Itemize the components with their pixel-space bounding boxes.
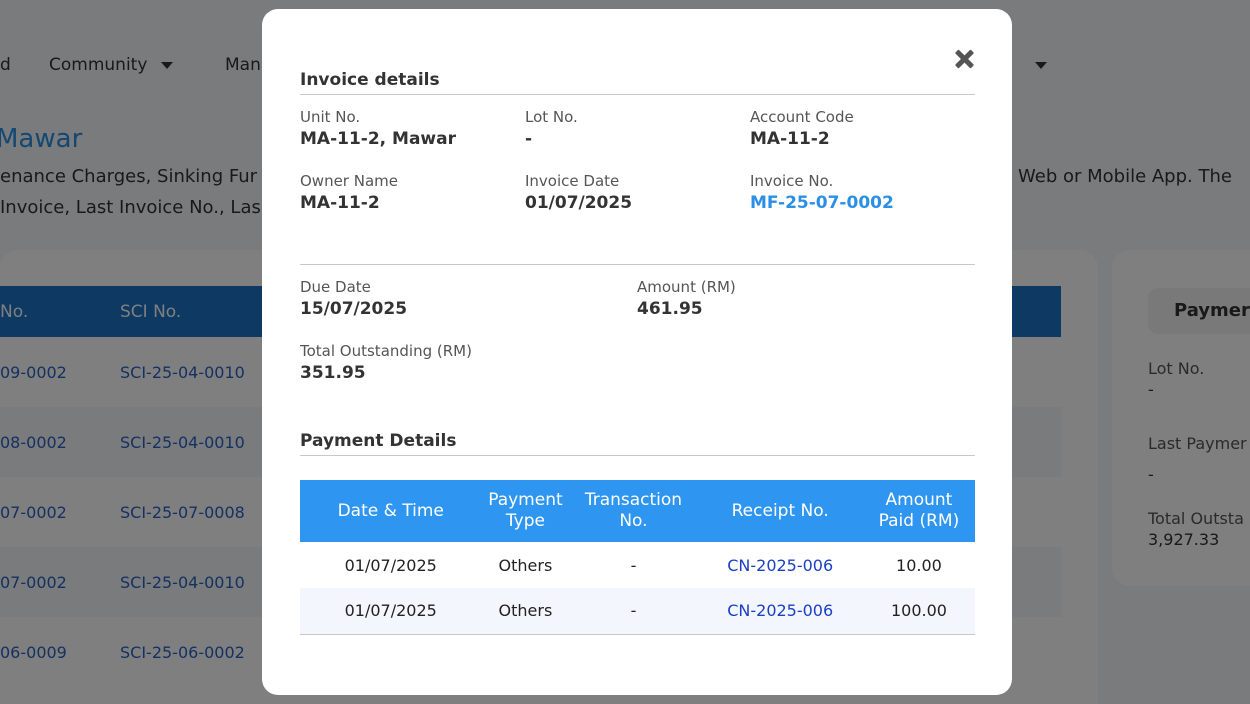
receipt-no-link[interactable]: CN-2025-006 [697,588,863,635]
table-header-row: Date & Time Payment Type Transaction No.… [300,480,975,542]
account-code-value: MA-11-2 [750,129,830,149]
table-row: 01/07/2025 Others - CN-2025-006 10.00 [300,542,975,588]
divider [300,94,975,95]
invoice-date-label: Invoice Date [525,172,620,190]
unit-no-label: Unit No. [300,108,361,126]
total-outstanding-value: 351.95 [300,363,366,383]
column-header-receipt-no: Receipt No. [697,480,863,542]
unit-no-field: Unit No. MA-11-2, Mawar [300,108,456,150]
total-outstanding-label: Total Outstanding (RM) [300,342,472,360]
column-header-amount-paid: Amount Paid (RM) [862,480,975,542]
invoice-details-modal: Invoice details Unit No. MA-11-2, Mawar … [262,9,1012,695]
lot-no-field: Lot No. - [525,108,578,150]
invoice-details-title: Invoice details [300,70,440,90]
amount-label: Amount (RM) [637,278,736,296]
invoice-date-field: Invoice Date 01/07/2025 [525,172,632,214]
column-header-date-time: Date & Time [300,480,482,542]
column-header-payment-type: Payment Type [481,480,570,542]
amount-value: 461.95 [637,299,703,319]
invoice-no-link[interactable]: MF-25-07-0002 [750,192,894,214]
payment-type: Others [498,555,553,575]
divider [300,264,975,265]
invoice-date-value: 01/07/2025 [525,193,633,213]
divider [300,455,975,456]
table-row: 01/07/2025 Others - CN-2025-006 100.00 [300,588,975,635]
due-date-value: 15/07/2025 [300,299,408,319]
transaction-no: - [569,588,698,635]
unit-no-value: MA-11-2, Mawar [300,129,456,149]
owner-name-label: Owner Name [300,172,398,190]
total-outstanding-field: Total Outstanding (RM) 351.95 [300,342,472,384]
due-date-field: Due Date 15/07/2025 [300,278,407,320]
invoice-no-field: Invoice No. MF-25-07-0002 [750,172,894,214]
account-code-label: Account Code [750,108,854,126]
lot-no-value: - [525,129,533,149]
transaction-no: - [630,555,637,575]
account-code-field: Account Code MA-11-2 [750,108,854,150]
payment-type: Others [481,588,570,635]
payment-details-table: Date & Time Payment Type Transaction No.… [300,480,975,635]
close-icon[interactable] [952,47,976,71]
payment-date: 01/07/2025 [344,555,437,575]
owner-name-value: MA-11-2 [300,193,380,213]
column-header-transaction-no: Transaction No. [569,480,698,542]
amount-field: Amount (RM) 461.95 [637,278,736,320]
amount-paid: 10.00 [896,555,942,575]
payment-date: 01/07/2025 [300,588,482,635]
amount-paid: 100.00 [862,588,975,635]
receipt-no-link[interactable]: CN-2025-006 [697,542,862,588]
payment-details-title: Payment Details [300,431,457,451]
due-date-label: Due Date [300,278,371,296]
owner-name-field: Owner Name MA-11-2 [300,172,398,214]
lot-no-label: Lot No. [525,108,578,126]
invoice-no-label: Invoice No. [750,172,834,190]
